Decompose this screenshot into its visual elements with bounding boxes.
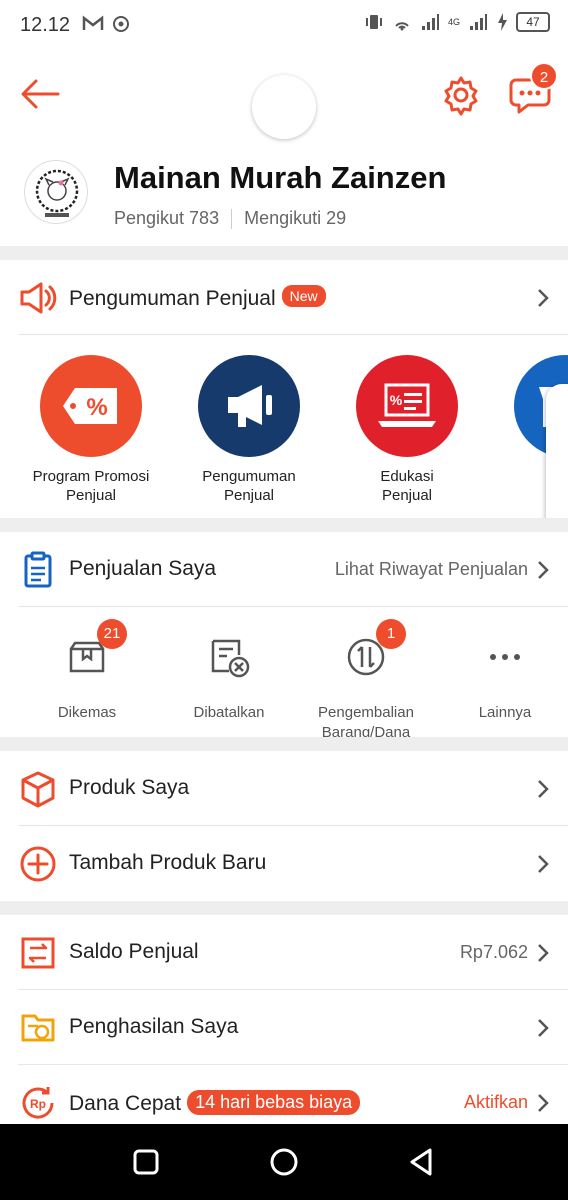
shop-stats: Pengikut 783 Mengikuti 29 bbox=[114, 208, 346, 229]
returns-badge: 1 bbox=[376, 619, 406, 649]
order-status-returns[interactable]: 1 Pengembalian Barang/Dana bbox=[295, 619, 437, 743]
shortcut-edukasi[interactable]: % Edukasi Penjual bbox=[327, 355, 487, 505]
mail-icon bbox=[82, 15, 104, 30]
svg-text:%: % bbox=[390, 392, 403, 408]
system-icons: 4G 47 bbox=[364, 12, 550, 32]
fast-fund-promo-badge: 14 hari bebas biaya bbox=[187, 1090, 361, 1115]
chevron-right-icon bbox=[538, 289, 549, 307]
following-count[interactable]: Mengikuti 29 bbox=[244, 208, 346, 229]
shortcut-label: Program Promosi Penjual bbox=[32, 468, 150, 504]
fast-fund-label: Dana Cepat 14 hari bebas biaya bbox=[69, 1090, 361, 1116]
rupiah-refresh-icon: Rp bbox=[22, 1087, 54, 1119]
add-product-row[interactable]: Tambah Produk Baru bbox=[0, 826, 568, 900]
shortcut-program-promosi[interactable]: % Program Promosi Penjual bbox=[11, 355, 171, 505]
order-status-grid: 21 Dikemas Dibatalkan 1 Pengembalian Bara… bbox=[0, 607, 568, 741]
packed-badge: 21 bbox=[97, 619, 127, 649]
vibrate-icon bbox=[365, 15, 382, 29]
section-divider bbox=[0, 901, 568, 915]
sales-history-link[interactable]: Lihat Riwayat Penjualan bbox=[335, 559, 528, 580]
notification-icons bbox=[82, 14, 132, 34]
seller-balance-row[interactable]: Saldo Penjual Rp7.062 bbox=[0, 915, 568, 989]
chevron-right-icon bbox=[538, 780, 549, 798]
signal-icon bbox=[421, 14, 439, 30]
box-icon: 21 bbox=[65, 619, 127, 679]
section-divider bbox=[0, 737, 568, 751]
megaphone-icon bbox=[20, 282, 57, 314]
order-status-packed[interactable]: 21 Dikemas bbox=[16, 619, 158, 723]
return-arrows-icon: 1 bbox=[344, 619, 406, 679]
cancelled-doc-icon bbox=[207, 635, 251, 679]
seller-shortcuts: % Program Promosi Penjual Pengumuman Penju… bbox=[0, 335, 568, 518]
network-type: 4G bbox=[447, 17, 460, 27]
clipboard-icon bbox=[24, 551, 52, 588]
my-sales-label: Penjualan Saya bbox=[69, 557, 217, 580]
charging-icon bbox=[498, 13, 507, 31]
status-bar: 12.12 4G 47 bbox=[0, 0, 568, 50]
order-status-label: Dibatalkan bbox=[193, 704, 265, 721]
order-status-label: Dikemas bbox=[57, 704, 117, 721]
hotspot-icon bbox=[113, 16, 129, 32]
megaphone-icon bbox=[198, 355, 300, 457]
fast-fund-row[interactable]: Rp Dana Cepat 14 hari bebas biaya Aktifka… bbox=[0, 1065, 568, 1124]
my-income-row[interactable]: Penghasilan Saya bbox=[0, 990, 568, 1064]
more-dots-icon bbox=[483, 635, 527, 679]
laptop-icon: % bbox=[356, 355, 458, 457]
back-nav-icon[interactable] bbox=[404, 1144, 440, 1180]
chat-badge: 2 bbox=[530, 62, 558, 90]
wifi-hotspot-icon bbox=[395, 22, 409, 31]
shop-header: 2 Mainan Murah Zainzen Pengikut 783 Meng… bbox=[0, 50, 568, 245]
chevron-right-icon bbox=[538, 561, 549, 579]
package-icon bbox=[21, 771, 55, 808]
announcement-text: Pengumuman Penjual bbox=[69, 287, 276, 310]
status-time: 12.12 bbox=[20, 14, 71, 36]
shortcut-label: Pengumuman Penjual bbox=[202, 468, 296, 504]
order-status-cancelled[interactable]: Dibatalkan bbox=[158, 625, 300, 723]
stats-divider bbox=[231, 208, 233, 229]
chevron-right-icon bbox=[538, 1019, 549, 1037]
section-divider bbox=[0, 518, 568, 532]
followers-count[interactable]: Pengikut 783 bbox=[114, 208, 219, 229]
svg-text:Rp: Rp bbox=[30, 1097, 46, 1111]
shop-logo[interactable] bbox=[24, 160, 88, 224]
income-folder-icon bbox=[21, 1014, 55, 1042]
promo-tag-icon: % bbox=[40, 355, 142, 457]
my-products-label: Produk Saya bbox=[69, 776, 190, 799]
activate-link[interactable]: Aktifkan bbox=[464, 1092, 528, 1113]
section-divider bbox=[0, 246, 568, 260]
gear-icon[interactable] bbox=[440, 74, 482, 116]
my-products-row[interactable]: Produk Saya bbox=[0, 751, 568, 825]
battery-indicator: 47 bbox=[516, 12, 550, 32]
add-product-label: Tambah Produk Baru bbox=[69, 851, 267, 874]
signal-icon-2 bbox=[470, 14, 487, 30]
chevron-right-icon bbox=[538, 1094, 549, 1112]
seller-balance-value: Rp7.062 bbox=[459, 942, 528, 962]
shop-name: Mainan Murah Zainzen bbox=[114, 160, 447, 195]
shop-logo-image bbox=[35, 169, 79, 217]
shortcut-label: Edukasi Penjual bbox=[380, 468, 434, 504]
back-arrow-icon[interactable] bbox=[18, 76, 62, 112]
wallet-transfer-icon bbox=[21, 937, 55, 969]
svg-text:%: % bbox=[86, 394, 107, 421]
chevron-right-icon bbox=[538, 944, 549, 962]
plus-circle-icon bbox=[20, 846, 56, 882]
system-navigation-bar bbox=[0, 1124, 568, 1200]
new-badge: New bbox=[281, 285, 326, 307]
shortcut-pengumuman[interactable]: Pengumuman Penjual bbox=[169, 355, 329, 505]
my-sales-row[interactable]: Penjualan Saya Lihat Riwayat Penjualan bbox=[0, 532, 568, 606]
announcement-label: Pengumuman Penjual New bbox=[69, 285, 326, 311]
fast-fund-text: Dana Cepat bbox=[69, 1092, 182, 1115]
recent-apps-icon[interactable] bbox=[128, 1144, 164, 1180]
order-status-more[interactable]: Lainnya bbox=[434, 625, 568, 723]
order-status-label: Lainnya bbox=[478, 704, 532, 721]
profile-avatar-button[interactable] bbox=[252, 75, 316, 139]
my-income-label: Penghasilan Saya bbox=[69, 1015, 239, 1038]
chevron-right-icon bbox=[538, 855, 549, 873]
seller-balance-label: Saldo Penjual bbox=[69, 940, 199, 963]
seller-announcement-row[interactable]: Pengumuman Penjual New bbox=[0, 260, 568, 334]
home-icon[interactable] bbox=[266, 1144, 302, 1180]
